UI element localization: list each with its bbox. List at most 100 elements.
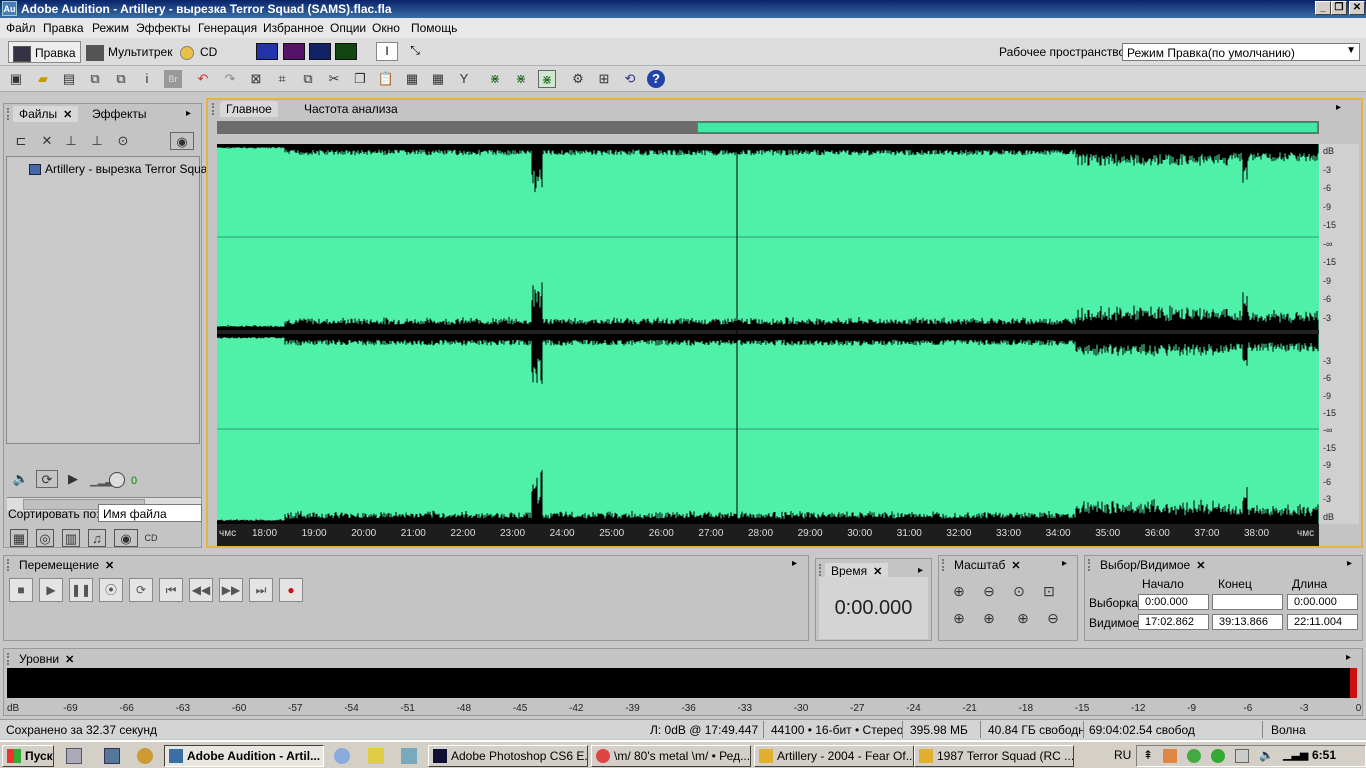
network-signal-icon[interactable]: ▁▃▅ — [1283, 748, 1308, 761]
panel-grip[interactable] — [212, 103, 218, 115]
open-folder-icon[interactable]: ▰ — [34, 70, 52, 88]
repeat-icon[interactable]: ⊠ — [247, 70, 265, 88]
save-all-icon[interactable]: ⧉ — [112, 70, 130, 88]
tray-app-icon[interactable] — [1163, 749, 1177, 763]
tab-transport[interactable]: Перемещение ✕ — [13, 557, 120, 573]
zoom-in-vertical-icon[interactable]: ⊕ — [1013, 608, 1033, 628]
quick-launch-icon[interactable] — [334, 748, 350, 764]
settings-gear-icon[interactable]: ⚙ — [569, 70, 587, 88]
panel-menu-icon[interactable]: ▸ — [1346, 652, 1351, 663]
insert-cd-icon[interactable]: ⊥ — [88, 132, 106, 150]
show-path-icon[interactable]: ◉ — [114, 529, 138, 547]
close-icon[interactable]: ✕ — [105, 560, 114, 572]
zoom-right-edge-icon[interactable]: ⊕ — [979, 608, 999, 628]
panel-menu-icon[interactable]: ▸ — [1062, 558, 1067, 569]
help-icon[interactable]: ? — [647, 70, 665, 88]
play-button[interactable]: ▶ — [39, 578, 63, 602]
crop-icon[interactable]: ⌗ — [273, 70, 291, 88]
menu-window[interactable]: Окно — [372, 21, 400, 35]
zoom-to-selection-icon[interactable]: ⊡ — [1039, 581, 1059, 601]
multitrack-mode-button[interactable]: Мультитрек — [86, 41, 172, 63]
zoom-out-full-icon[interactable]: ⊙ — [1009, 581, 1029, 601]
quick-launch-icon[interactable] — [137, 748, 153, 764]
task-audition[interactable]: Adobe Audition - Artil... — [164, 745, 324, 767]
zero-crossing-icon[interactable]: ⋇ — [486, 70, 504, 88]
tab-zoom[interactable]: Масштаб ✕ — [948, 557, 1027, 573]
tab-levels[interactable]: Уровни ✕ — [13, 651, 80, 667]
tab-files[interactable]: Файлы ✕ — [13, 106, 79, 122]
new-file-icon[interactable]: ▣ — [7, 70, 25, 88]
go-to-start-button[interactable]: ⏮ — [159, 578, 183, 602]
speaker-icon[interactable]: 🔈 — [12, 470, 30, 488]
tray-app-icon[interactable] — [1187, 749, 1201, 763]
copy-new-icon[interactable]: ⧉ — [299, 70, 317, 88]
edit-file-icon[interactable]: ⊙ — [114, 132, 132, 150]
selection-length-field[interactable]: 0:00.000 — [1287, 594, 1358, 610]
quick-launch-icon[interactable] — [104, 748, 120, 764]
task-browser[interactable]: \m/ 80's metal \m/ • Ред... — [591, 745, 751, 767]
selection-end-field[interactable] — [1212, 594, 1283, 610]
loop-play-button[interactable]: ⟳ — [129, 578, 153, 602]
open-file-icon[interactable]: ⊏ — [12, 132, 30, 150]
minimize-button[interactable]: _ — [1315, 1, 1331, 15]
waveform-display[interactable] — [217, 144, 1319, 524]
pan-view-icon[interactable] — [309, 43, 331, 60]
save-icon[interactable]: ▤ — [60, 70, 78, 88]
task-photoshop[interactable]: Adobe Photoshop CS6 E... — [428, 745, 588, 767]
panel-menu-icon[interactable]: ▸ — [792, 558, 797, 569]
marquee-tool-icon[interactable]: ⤡ — [404, 42, 426, 61]
start-button[interactable]: Пуск — [2, 745, 54, 767]
visible-range[interactable] — [697, 122, 1318, 133]
tab-selection-view[interactable]: Выбор/Видимое ✕ — [1094, 557, 1211, 573]
show-waveform-icon[interactable]: ▦ — [10, 529, 28, 547]
show-video-icon[interactable]: ▥ — [62, 529, 80, 547]
view-start-field[interactable]: 17:02.862 — [1138, 614, 1209, 630]
menu-help[interactable]: Помощь — [411, 21, 457, 35]
panel-menu-icon[interactable]: ▸ — [186, 108, 191, 119]
stop-button[interactable]: ■ — [9, 578, 33, 602]
trim-icon[interactable]: Y — [455, 70, 473, 88]
edit-mode-button[interactable]: Правка — [8, 41, 81, 63]
menu-view[interactable]: Режим — [92, 21, 129, 35]
close-file-icon[interactable]: ✕ — [38, 132, 56, 150]
waveform-view-icon[interactable] — [256, 43, 278, 60]
save-as-icon[interactable]: ⧉ — [86, 70, 104, 88]
paste-new-icon[interactable]: ▦ — [403, 70, 421, 88]
close-icon[interactable]: ✕ — [1196, 560, 1205, 572]
task-folder-terror-squad[interactable]: 1987 Terror Squad (RC ... — [914, 745, 1074, 767]
time-selection-tool-icon[interactable]: I — [376, 42, 398, 61]
zoom-out-vertical-icon[interactable]: ⊖ — [1043, 608, 1063, 628]
menu-favorites[interactable]: Избранное — [263, 21, 324, 35]
file-info-icon[interactable]: i — [138, 70, 156, 88]
record-button[interactable]: ● — [279, 578, 303, 602]
menu-edit[interactable]: Правка — [43, 21, 84, 35]
play-to-end-button[interactable]: ⦿ — [99, 578, 123, 602]
rewind-button[interactable]: ◀◀ — [189, 578, 213, 602]
bridge-icon[interactable]: Br — [164, 70, 182, 88]
spectral-view-icon[interactable] — [283, 43, 305, 60]
close-icon[interactable]: ✕ — [63, 109, 72, 121]
show-cue-icon[interactable]: CD — [142, 529, 160, 547]
time-ruler[interactable]: чмс 18:00 19:00 20:00 21:00 22:00 23:00 24:00 25… — [217, 524, 1319, 546]
menu-options[interactable]: Опции — [330, 21, 366, 35]
insert-multitrack-icon[interactable]: ⊥ — [62, 132, 80, 150]
panel-menu-icon[interactable]: ▸ — [1347, 558, 1352, 569]
selection-start-field[interactable]: 0:00.000 — [1138, 594, 1209, 610]
snap-icon[interactable]: ⋇ — [512, 70, 530, 88]
sort-select[interactable]: Имя файла — [98, 504, 202, 522]
fast-forward-button[interactable]: ▶▶ — [219, 578, 243, 602]
quick-launch-icon[interactable] — [401, 748, 417, 764]
tray-device-icon[interactable] — [1235, 749, 1249, 763]
menu-file[interactable]: Файл — [6, 21, 36, 35]
cd-mode-button[interactable]: CD — [180, 41, 217, 63]
zoom-left-edge-icon[interactable]: ⊕ — [949, 608, 969, 628]
view-length-field[interactable]: 22:11.004 — [1287, 614, 1358, 630]
menu-effects[interactable]: Эффекты — [136, 21, 191, 35]
panel-menu-icon[interactable]: ▸ — [1336, 102, 1341, 113]
play-preview-icon[interactable]: ▶ — [64, 470, 82, 488]
show-midi-icon[interactable]: ♫ — [88, 529, 106, 547]
close-icon[interactable]: ✕ — [65, 654, 74, 666]
zoom-out-horizontal-icon[interactable]: ⊖ — [979, 581, 999, 601]
overview-bar[interactable] — [217, 121, 1319, 134]
tab-effects[interactable]: Эффекты — [86, 106, 153, 122]
